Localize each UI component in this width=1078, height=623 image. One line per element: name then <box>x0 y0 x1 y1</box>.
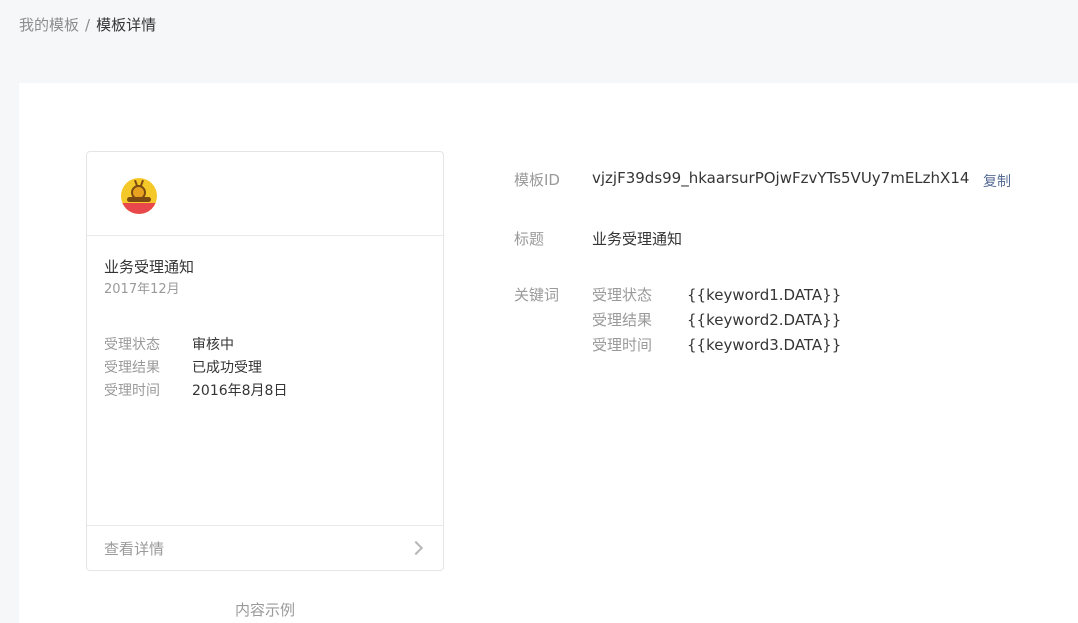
keyword-name: 受理状态 <box>592 286 653 304</box>
preview-row-key: 受理时间 <box>104 383 160 399</box>
keyword-value: {{keyword3.DATA}} <box>687 336 842 354</box>
template-id-label: 模板ID <box>514 171 560 189</box>
breadcrumb: 我的模板 / 模板详情 <box>19 15 156 35</box>
preview-row: 受理时间 2016年8月8日 <box>104 380 287 403</box>
keyword-list: 受理状态 {{keyword1.DATA}} 受理结果 {{keyword2.DAT… <box>592 284 841 359</box>
preview-row-key: 受理状态 <box>104 337 160 353</box>
view-details-footer[interactable]: 查看详情 <box>87 525 443 570</box>
account-logo-icon <box>121 178 157 214</box>
keyword-item: 受理结果 {{keyword2.DATA}} <box>592 309 841 334</box>
template-id-value: vjzjF39ds99_hkaarsurPOjwFzvYTs5VUy7mELzh… <box>592 169 970 187</box>
preview-row-key: 受理结果 <box>104 360 160 376</box>
keyword-name: 受理结果 <box>592 311 653 329</box>
preview-row: 受理结果 已成功受理 <box>104 357 287 380</box>
keyword-name: 受理时间 <box>592 336 653 354</box>
content-example-caption: 内容示例 <box>234 601 295 619</box>
preview-row-value: 已成功受理 <box>192 360 262 376</box>
view-details-label: 查看详情 <box>104 540 165 558</box>
breadcrumb-my-templates-link[interactable]: 我的模板 <box>19 16 79 34</box>
template-preview-card: 业务受理通知 2017年12月 受理状态 审核中 受理结果 已成功受理 受理时间 20… <box>86 151 444 571</box>
keyword-item: 受理状态 {{keyword1.DATA}} <box>592 284 841 309</box>
breadcrumb-separator: / <box>85 16 91 34</box>
keyword-value: {{keyword2.DATA}} <box>687 311 842 329</box>
template-title-value: 业务受理通知 <box>592 230 683 248</box>
preview-date: 2017年12月 <box>104 282 180 297</box>
preview-rows: 受理状态 审核中 受理结果 已成功受理 受理时间 2016年8月8日 <box>104 334 287 403</box>
preview-row-value: 2016年8月8日 <box>192 383 288 399</box>
main-panel: 业务受理通知 2017年12月 受理状态 审核中 受理结果 已成功受理 受理时间 20… <box>19 83 1078 623</box>
keyword-item: 受理时间 {{keyword3.DATA}} <box>592 334 841 359</box>
preview-row-value: 审核中 <box>192 337 234 353</box>
breadcrumb-current: 模板详情 <box>96 16 157 34</box>
keyword-value: {{keyword1.DATA}} <box>687 286 842 304</box>
copy-id-button[interactable]: 复制 <box>983 171 1011 191</box>
preview-row: 受理状态 审核中 <box>104 334 287 357</box>
preview-card-header <box>87 152 443 236</box>
template-title-label: 标题 <box>514 230 545 248</box>
preview-title: 业务受理通知 <box>104 258 195 276</box>
keywords-label: 关键词 <box>514 286 560 304</box>
chevron-right-icon <box>408 540 424 556</box>
